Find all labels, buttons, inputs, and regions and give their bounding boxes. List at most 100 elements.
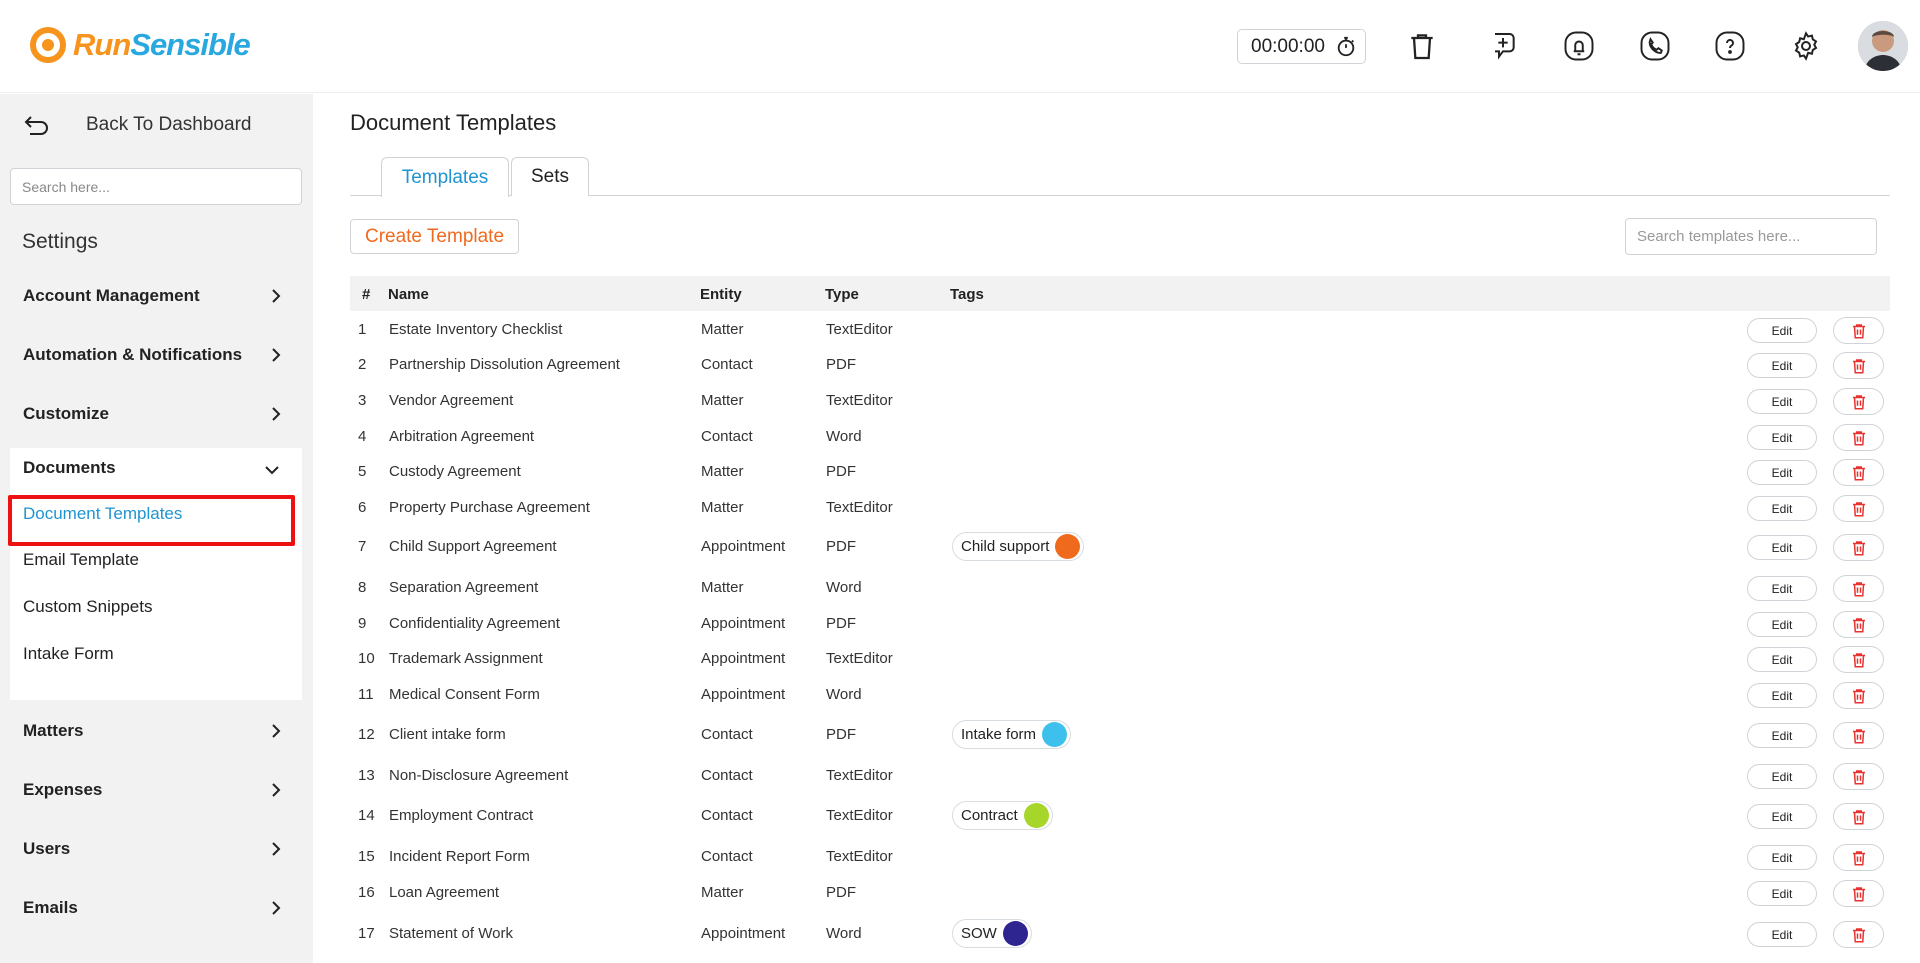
row-type: TextEditor — [826, 321, 893, 338]
chevron-right-icon — [272, 348, 281, 362]
delete-button[interactable] — [1833, 459, 1884, 486]
timer[interactable]: 00:00:00 — [1237, 29, 1366, 64]
row-type: TextEditor — [826, 499, 893, 516]
edit-button[interactable]: Edit — [1747, 425, 1817, 450]
trash-icon — [1852, 465, 1865, 480]
sidebar-item-account-management[interactable]: Account Management — [0, 276, 313, 316]
sidebar-item-automation-notifications[interactable]: Automation & Notifications — [0, 335, 313, 375]
edit-button[interactable]: Edit — [1747, 389, 1817, 414]
column-header-name[interactable]: Name — [388, 286, 429, 303]
template-search-input[interactable] — [1625, 218, 1877, 255]
trash-icon — [1852, 769, 1865, 784]
row-number: 17 — [358, 925, 375, 942]
edit-button[interactable]: Edit — [1747, 318, 1817, 343]
column-header-entity[interactable]: Entity — [700, 286, 742, 303]
gear-icon[interactable] — [1786, 26, 1826, 66]
row-entity: Matter — [701, 463, 744, 480]
row-number: 7 — [358, 538, 367, 555]
column-header-type[interactable]: Type — [825, 286, 859, 303]
edit-button[interactable]: Edit — [1747, 683, 1817, 708]
edit-button[interactable]: Edit — [1747, 460, 1817, 485]
delete-button[interactable] — [1833, 575, 1884, 602]
trash-icon — [1852, 581, 1865, 596]
delete-button[interactable] — [1833, 388, 1884, 415]
chevron-right-icon — [272, 289, 281, 303]
create-template-button[interactable]: Create Template — [350, 219, 519, 254]
trash-icon — [1852, 652, 1865, 667]
delete-button[interactable] — [1833, 424, 1884, 451]
sidebar-item-emails[interactable]: Emails — [0, 888, 313, 928]
chevron-right-icon — [272, 901, 281, 915]
row-entity: Matter — [701, 884, 744, 901]
delete-button[interactable] — [1833, 534, 1884, 561]
row-type: PDF — [826, 615, 856, 632]
sidebar-item-intake-form[interactable]: Intake Form — [23, 644, 114, 664]
sidebar-item-email-template[interactable]: Email Template — [23, 550, 139, 570]
top-header: RunSensible 00:00:00 — [0, 0, 1920, 93]
delete-button[interactable] — [1833, 921, 1884, 948]
chevron-down-icon[interactable] — [264, 464, 280, 476]
avatar[interactable] — [1858, 21, 1908, 71]
row-number: 4 — [358, 428, 367, 445]
edit-button[interactable]: Edit — [1747, 922, 1817, 947]
sidebar-search-input[interactable] — [10, 168, 302, 205]
edit-button[interactable]: Edit — [1747, 535, 1817, 560]
row-name: Vendor Agreement — [389, 392, 514, 409]
tag-chip[interactable]: Intake form — [952, 720, 1072, 749]
edit-button[interactable]: Edit — [1747, 845, 1817, 870]
sidebar-item-matters[interactable]: Matters — [0, 711, 313, 751]
tab-templates[interactable]: Templates — [381, 157, 509, 197]
delete-button[interactable] — [1833, 646, 1884, 673]
chevron-right-icon — [272, 407, 281, 421]
delete-button[interactable] — [1833, 682, 1884, 709]
row-type: PDF — [826, 463, 856, 480]
tag-chip[interactable]: Contract — [952, 801, 1053, 830]
phone-icon[interactable] — [1635, 26, 1675, 66]
bell-icon[interactable] — [1559, 26, 1599, 66]
row-number: 9 — [358, 615, 367, 632]
edit-button[interactable]: Edit — [1747, 496, 1817, 521]
chevron-right-icon — [272, 783, 281, 797]
sidebar-item-documents[interactable]: Documents — [23, 458, 116, 478]
delete-button[interactable] — [1833, 880, 1884, 907]
tag-color-dot — [1002, 921, 1028, 946]
delete-button[interactable] — [1833, 495, 1884, 522]
row-number: 3 — [358, 392, 367, 409]
row-name: Property Purchase Agreement — [389, 499, 590, 516]
delete-button[interactable] — [1833, 722, 1884, 749]
back-to-dashboard-link[interactable]: Back To Dashboard — [24, 114, 251, 136]
edit-button[interactable]: Edit — [1747, 764, 1817, 789]
chevron-right-icon — [272, 842, 281, 856]
tag-chip[interactable]: Child support — [952, 532, 1085, 561]
edit-button[interactable]: Edit — [1747, 804, 1817, 829]
tab-sets[interactable]: Sets — [511, 157, 589, 196]
edit-button[interactable]: Edit — [1747, 881, 1817, 906]
edit-button[interactable]: Edit — [1747, 723, 1817, 748]
trash-icon[interactable] — [1402, 26, 1442, 66]
row-name: Employment Contract — [389, 807, 534, 824]
delete-button[interactable] — [1833, 763, 1884, 790]
delete-button[interactable] — [1833, 803, 1884, 830]
sidebar-item-expenses[interactable]: Expenses — [0, 770, 313, 810]
delete-button[interactable] — [1833, 611, 1884, 638]
edit-button[interactable]: Edit — [1747, 576, 1817, 601]
delete-button[interactable] — [1833, 352, 1884, 379]
table-header: # Name Entity Type Tags — [350, 276, 1890, 311]
stopwatch-icon[interactable] — [1335, 36, 1357, 64]
edit-button[interactable]: Edit — [1747, 353, 1817, 378]
row-type: TextEditor — [826, 807, 893, 824]
sidebar-item-users[interactable]: Users — [0, 829, 313, 869]
sidebar-item-custom-snippets[interactable]: Custom Snippets — [23, 597, 152, 617]
edit-button[interactable]: Edit — [1747, 612, 1817, 637]
delete-button[interactable] — [1833, 844, 1884, 871]
help-icon[interactable] — [1710, 26, 1750, 66]
row-name: Custody Agreement — [389, 463, 521, 480]
add-task-icon[interactable] — [1483, 26, 1523, 66]
logo[interactable]: RunSensible — [30, 27, 251, 63]
sidebar-item-customize[interactable]: Customize — [0, 394, 313, 434]
row-name: Incident Report Form — [389, 848, 530, 865]
tag-chip[interactable]: SOW — [952, 919, 1032, 948]
delete-button[interactable] — [1833, 317, 1884, 344]
trash-icon — [1852, 728, 1865, 743]
edit-button[interactable]: Edit — [1747, 647, 1817, 672]
